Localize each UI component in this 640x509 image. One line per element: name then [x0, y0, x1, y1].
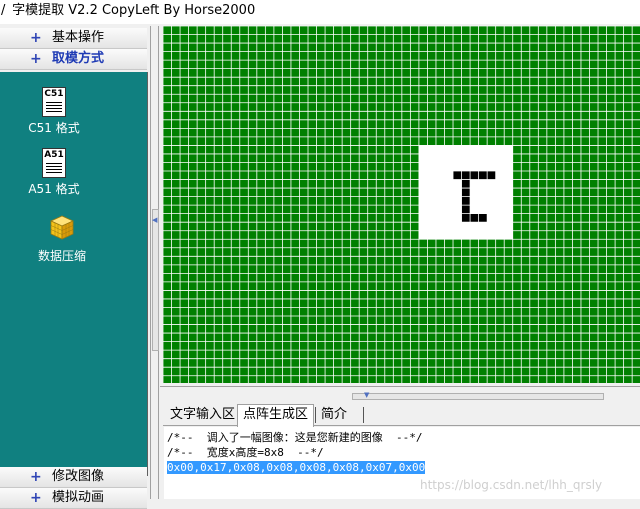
tool-label: C51 格式 [28, 121, 80, 135]
pixel-on [478, 171, 488, 180]
c51-doc-icon: C51 [42, 87, 66, 117]
pixel-on [461, 179, 471, 189]
pixel-on [461, 171, 471, 180]
cube-icon [50, 215, 74, 240]
pixel-on [470, 213, 479, 223]
nav-label: 修改图像 [52, 469, 105, 484]
splitter-grip[interactable] [152, 209, 159, 351]
window-title: 字模提取 V2.2 CopyLeft By Horse2000 [12, 3, 256, 18]
pixel-on [461, 205, 471, 214]
collapse-left-icon[interactable]: ◀ [152, 216, 157, 224]
tab-text-input[interactable]: 文字输入区 [165, 405, 240, 425]
tool-label: 数据压缩 [37, 249, 86, 263]
output-hex-selected: 0x00,0x17,0x08,0x08,0x08,0x08,0x07,0x00 [167, 461, 426, 474]
output-line: /*-- 调入了一幅图像：这是您新建的图像 --*/ [167, 431, 423, 444]
expand-icon: + [30, 490, 42, 506]
pixel-on [478, 213, 488, 223]
tab-intro[interactable]: 简介 [316, 405, 352, 425]
pixel-on [487, 171, 496, 180]
tab-dot-matrix-output[interactable]: 点阵生成区 [237, 404, 315, 427]
pixel-on [453, 171, 462, 180]
expand-icon: + [30, 51, 42, 67]
dot-matrix-editor[interactable] [162, 25, 640, 385]
splitter-grip[interactable] [352, 393, 604, 400]
sidebar: + 基本操作 + 取模方式 C51 C51 格式 A51 A51 格式 数据压缩… [0, 26, 150, 509]
pixel-on [470, 171, 479, 180]
tool-panel: C51 C51 格式 A51 A51 格式 数据压缩 [0, 72, 148, 476]
pixel-grid[interactable] [162, 25, 640, 385]
collapse-down-icon[interactable]: ▼ [364, 391, 369, 399]
tool-label: A51 格式 [28, 182, 80, 196]
nav-label: 取模方式 [52, 51, 105, 66]
tab-bar: 文字输入区 点阵生成区 简介 [163, 403, 640, 427]
a51-doc-icon: A51 [42, 148, 66, 178]
tool-a51-format[interactable]: A51 A51 格式 [14, 148, 94, 197]
pixel-on [461, 196, 471, 206]
tool-c51-format[interactable]: C51 C51 格式 [14, 87, 94, 136]
nav-label: 基本操作 [52, 30, 105, 45]
nav-label: 模拟动画 [52, 490, 105, 505]
expand-icon: + [30, 469, 42, 485]
tool-data-compress[interactable]: 数据压缩 [22, 213, 102, 264]
horizontal-splitter[interactable]: ▼ [160, 386, 640, 403]
pixel-on [461, 188, 471, 197]
nav-extract-mode[interactable]: + 取模方式 [0, 49, 147, 70]
tab-separator [363, 407, 364, 423]
watermark: https://blog.csdn.net/lhh_qrsly [420, 478, 603, 492]
output-line: /*-- 宽度x高度=8x8 --*/ [167, 446, 324, 459]
nav-basic-operations[interactable]: + 基本操作 [0, 28, 147, 49]
title-bar: / 字模提取 V2.2 CopyLeft By Horse2000 [0, 0, 640, 24]
expand-icon: + [30, 30, 42, 46]
vertical-splitter[interactable]: ◀ [150, 26, 159, 499]
nav-modify-image[interactable]: + 修改图像 [0, 467, 147, 488]
pixel-on [461, 213, 471, 223]
app-icon: / [1, 3, 6, 18]
